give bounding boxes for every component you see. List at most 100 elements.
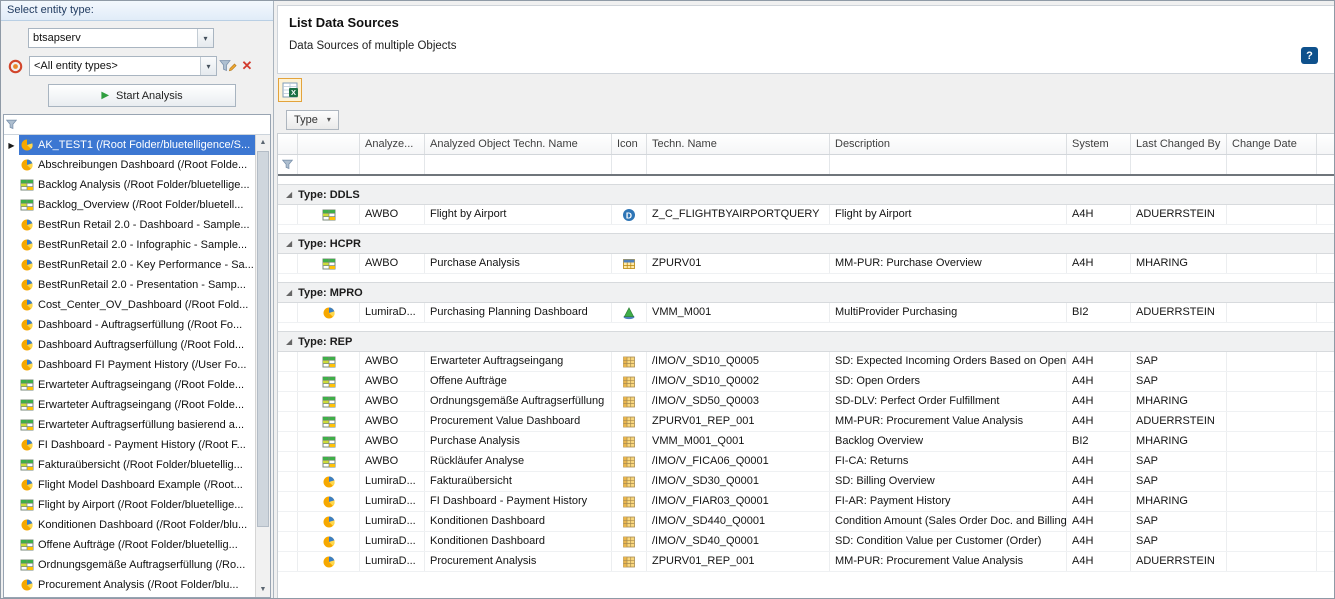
group-row[interactable]: ◢ Type: REP	[278, 331, 1334, 352]
filter-cell[interactable]	[612, 155, 647, 174]
icon-cell	[298, 452, 360, 471]
group-expand-icon[interactable]: ◢	[286, 239, 292, 248]
column-header[interactable]: Change Date	[1227, 134, 1317, 154]
column-header[interactable]: System	[1067, 134, 1131, 154]
column-header[interactable]: Last Changed By	[1131, 134, 1227, 154]
list-item[interactable]: Erwarteter Auftragseingang (/Root Folde.…	[4, 375, 255, 395]
column-header[interactable]: Analyze...	[360, 134, 425, 154]
cell-last_changed_by: SAP	[1131, 512, 1227, 531]
filter-cell[interactable]	[1131, 155, 1227, 174]
table-row[interactable]: LumiraD...Procurement AnalysisZPURV01_RE…	[278, 552, 1334, 572]
filter-cell[interactable]	[1067, 155, 1131, 174]
filter-cell[interactable]	[647, 155, 830, 174]
table-row[interactable]: AWBOPurchase AnalysisZPURV01MM-PUR: Purc…	[278, 254, 1334, 274]
list-item[interactable]: Offene Aufträge (/Root Folder/bluetellig…	[4, 535, 255, 555]
list-item[interactable]: Cost_Center_OV_Dashboard (/Root Fold...	[4, 295, 255, 315]
table-row[interactable]: AWBOErwarteter Auftragseingang/IMO/V_SD1…	[278, 352, 1334, 372]
table-row[interactable]: LumiraD...Konditionen Dashboard/IMO/V_SD…	[278, 532, 1334, 552]
lumira-pie-icon	[20, 158, 34, 172]
filter-cell[interactable]	[360, 155, 425, 174]
chevron-down-icon[interactable]: ▾	[200, 57, 216, 75]
list-item[interactable]: Konditionen Dashboard (/Root Folder/blu.…	[4, 515, 255, 535]
cell-tech_name: /IMO/V_FICA06_Q0001	[647, 452, 830, 471]
list-item[interactable]: Backlog Analysis (/Root Folder/bluetelli…	[4, 175, 255, 195]
column-header[interactable]: Description	[830, 134, 1067, 154]
entity-type-combobox[interactable]: <All entity types> ▾	[29, 56, 217, 76]
filter-cell[interactable]	[830, 155, 1067, 174]
list-item[interactable]: Flight Model Dashboard Example (/Root...	[4, 475, 255, 495]
connection-target-icon[interactable]	[5, 59, 26, 74]
list-item[interactable]: BestRun Retail 2.0 - Dashboard - Sample.…	[4, 215, 255, 235]
column-header[interactable]: Icon	[612, 134, 647, 154]
cell-last_changed_by: ADUERRSTEIN	[1131, 552, 1227, 571]
vertical-scrollbar[interactable]: ▲ ▼	[255, 135, 270, 597]
filter-cell[interactable]	[298, 155, 360, 174]
group-expand-icon[interactable]: ◢	[286, 190, 292, 199]
table-row[interactable]: LumiraD...Konditionen Dashboard/IMO/V_SD…	[278, 512, 1334, 532]
table-row[interactable]: AWBOProcurement Value DashboardZPURV01_R…	[278, 412, 1334, 432]
list-item[interactable]: ▶AK_TEST1 (/Root Folder/bluetelligence/S…	[4, 135, 255, 155]
list-item[interactable]: Abschreibungen Dashboard (/Root Folde...	[4, 155, 255, 175]
table-row[interactable]: AWBOOrdnungsgemäße Auftragserfüllung/IMO…	[278, 392, 1334, 412]
filter-cell[interactable]	[278, 155, 298, 174]
cell-description: Flight by Airport	[830, 205, 1067, 224]
scrollbar-thumb[interactable]	[257, 151, 269, 527]
scroll-down-button[interactable]: ▼	[256, 582, 270, 597]
icon-cell	[298, 492, 360, 511]
cell-last_changed_by: ADUERRSTEIN	[1131, 412, 1227, 431]
list-item[interactable]: Dashboard - Auftragserfüllung (/Root Fo.…	[4, 315, 255, 335]
help-button[interactable]: ?	[1301, 47, 1318, 64]
table-row[interactable]: LumiraD...FI Dashboard - Payment History…	[278, 492, 1334, 512]
list-item[interactable]: FI Dashboard - Payment History (/Root F.…	[4, 435, 255, 455]
group-row[interactable]: ◢Type: MPRO	[278, 282, 1334, 303]
table-row[interactable]: AWBOOffene Aufträge/IMO/V_SD10_Q0002SD: …	[278, 372, 1334, 392]
scroll-up-button[interactable]: ▲	[256, 135, 270, 150]
list-item[interactable]: Fakturaübersicht (/Root Folder/bluetelli…	[4, 455, 255, 475]
list-item[interactable]: Dashboard Auftragserfüllung (/Root Fold.…	[4, 335, 255, 355]
row-filler	[1317, 552, 1334, 571]
group-by-type-chip[interactable]: Type ▾	[286, 110, 339, 130]
list-item[interactable]: BestRunRetail 2.0 - Infographic - Sample…	[4, 235, 255, 255]
cell-system: A4H	[1067, 472, 1131, 491]
table-row[interactable]: AWBOFlight by AirportDZ_C_FLIGHTBYAIRPOR…	[278, 205, 1334, 225]
group-expand-icon[interactable]: ◢	[286, 337, 292, 346]
column-header[interactable]: Techn. Name	[647, 134, 830, 154]
table-row[interactable]: LumiraD...Fakturaübersicht/IMO/V_SD30_Q0…	[278, 472, 1334, 492]
scrollbar-track[interactable]	[256, 150, 270, 582]
chevron-down-icon[interactable]: ▾	[197, 29, 213, 47]
list-item[interactable]: Erwarteter Auftragseingang (/Root Folde.…	[4, 395, 255, 415]
group-row[interactable]: ◢Type: HCPR	[278, 233, 1334, 254]
list-item[interactable]: Procurement Analysis (/Root Folder/blu..…	[4, 575, 255, 595]
clear-filter-icon[interactable]: ✕	[238, 58, 256, 74]
column-header[interactable]: Analyzed Object Techn. Name	[425, 134, 612, 154]
column-header[interactable]	[298, 134, 360, 154]
table-row[interactable]: AWBOPurchase AnalysisVMM_M001_Q001Backlo…	[278, 432, 1334, 452]
list-item[interactable]: Dashboard FI Payment History (/User Fo..…	[4, 355, 255, 375]
lumira-pie-icon	[20, 518, 34, 532]
filter-edit-icon[interactable]	[217, 59, 238, 73]
table-row[interactable]: LumiraD...Purchasing Planning DashboardV…	[278, 303, 1334, 323]
cell-tool: LumiraD...	[360, 303, 425, 322]
group-expand-icon[interactable]: ◢	[286, 288, 292, 297]
list-item[interactable]: Flight by Airport (/Root Folder/bluetell…	[4, 495, 255, 515]
lumira-pie-icon	[20, 478, 34, 492]
column-header[interactable]	[278, 134, 298, 154]
list-filter-row[interactable]	[4, 115, 270, 135]
filter-cell[interactable]	[1227, 155, 1317, 174]
list-item[interactable]: Ordnungsgemäße Auftragserfüllung (/Ro...	[4, 555, 255, 575]
group-row[interactable]: ◢Type: DDLS	[278, 184, 1334, 205]
cell-change_date	[1227, 452, 1317, 471]
list-item-label: Erwarteter Auftragserfüllung basierend a…	[38, 419, 244, 431]
list-item[interactable]: BestRunRetail 2.0 - Presentation - Samp.…	[4, 275, 255, 295]
list-item[interactable]: Backlog_Overview (/Root Folder/bluetell.…	[4, 195, 255, 215]
list-item[interactable]: BestRunRetail 2.0 - Key Performance - Sa…	[4, 255, 255, 275]
filter-cell[interactable]	[425, 155, 612, 174]
start-analysis-button[interactable]: ▶ Start Analysis	[48, 84, 236, 107]
cell-last_changed_by: ADUERRSTEIN	[1131, 303, 1227, 322]
export-excel-button[interactable]: X	[278, 78, 302, 102]
server-combobox[interactable]: btsapserv ▾	[28, 28, 214, 48]
cell-last_changed_by: SAP	[1131, 472, 1227, 491]
table-row[interactable]: AWBORückläufer Analyse/IMO/V_FICA06_Q000…	[278, 452, 1334, 472]
group-label: Type: REP	[298, 336, 352, 348]
list-item[interactable]: Erwarteter Auftragserfüllung basierend a…	[4, 415, 255, 435]
